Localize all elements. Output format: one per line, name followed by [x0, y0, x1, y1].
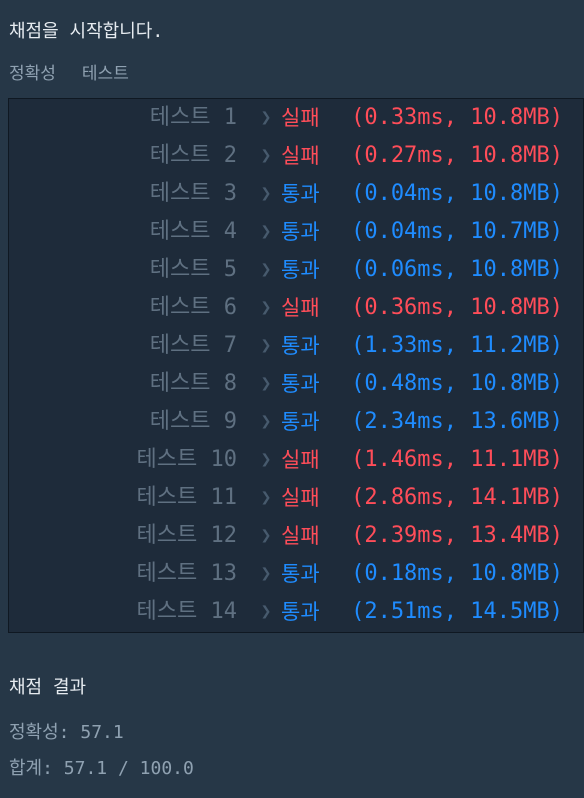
test-status-fail: 실패 [281, 296, 320, 320]
chevron-right-icon: ❯ [260, 411, 272, 432]
test-status-fail: 실패 [281, 106, 320, 130]
test-case-label: 테스트 11 [136, 485, 237, 510]
test-case-label: 테스트 1 [149, 105, 237, 130]
test-metrics: (0.06ms, 10.8MB) [351, 257, 563, 282]
test-status-pass: 통과 [281, 372, 320, 396]
test-result-row[interactable]: 테스트 5 ❯ 통과 (0.06ms, 10.8MB) [9, 251, 579, 289]
test-status-pass: 통과 [281, 182, 320, 206]
test-result-row[interactable]: 테스트 13 ❯ 통과 (0.18ms, 10.8MB) [9, 555, 579, 593]
test-metrics: (0.04ms, 10.7MB) [351, 219, 563, 244]
chevron-right-icon: ❯ [260, 107, 272, 128]
test-case-label: 테스트 5 [149, 257, 237, 282]
test-metrics: (2.39ms, 13.4MB) [351, 523, 563, 548]
tab-accuracy[interactable]: 정확성 [9, 62, 56, 86]
test-metrics: (2.86ms, 14.1MB) [351, 485, 563, 510]
test-status-pass: 통과 [281, 410, 320, 434]
test-metrics: (0.48ms, 10.8MB) [351, 371, 563, 396]
test-result-row[interactable]: 테스트 1 ❯ 실패 (0.33ms, 10.8MB) [9, 99, 579, 137]
grading-start-message: 채점을 시작합니다. [9, 21, 164, 42]
test-result-row[interactable]: 테스트 9 ❯ 통과 (2.34ms, 13.6MB) [9, 403, 579, 441]
test-case-label: 테스트 13 [136, 561, 237, 586]
test-status-fail: 실패 [281, 144, 320, 168]
test-status-pass: 통과 [281, 562, 320, 586]
test-case-label: 테스트 8 [149, 371, 237, 396]
chevron-right-icon: ❯ [260, 601, 272, 622]
test-case-label: 테스트 14 [136, 599, 237, 624]
grading-result-title: 채점 결과 [9, 677, 87, 698]
test-result-row[interactable]: 테스트 10 ❯ 실패 (1.46ms, 11.1MB) [9, 441, 579, 479]
chevron-right-icon: ❯ [260, 563, 272, 584]
test-metrics: (0.04ms, 10.8MB) [351, 181, 563, 206]
tab-test[interactable]: 테스트 [82, 62, 129, 86]
test-case-label: 테스트 2 [149, 143, 237, 168]
test-case-label: 테스트 7 [149, 333, 237, 358]
test-metrics: (0.33ms, 10.8MB) [351, 105, 563, 130]
test-case-label: 테스트 9 [149, 409, 237, 434]
test-case-label: 테스트 4 [149, 219, 237, 244]
chevron-right-icon: ❯ [260, 183, 272, 204]
chevron-right-icon: ❯ [260, 297, 272, 318]
test-result-row[interactable]: 테스트 6 ❯ 실패 (0.36ms, 10.8MB) [9, 289, 579, 327]
test-status-pass: 통과 [281, 600, 320, 624]
test-result-row[interactable]: 테스트 7 ❯ 통과 (1.33ms, 11.2MB) [9, 327, 579, 365]
test-result-row[interactable]: 테스트 14 ❯ 통과 (2.51ms, 14.5MB) [9, 593, 579, 631]
test-metrics: (1.33ms, 11.2MB) [351, 333, 563, 358]
test-result-row[interactable]: 테스트 11 ❯ 실패 (2.86ms, 14.1MB) [9, 479, 579, 517]
chevron-right-icon: ❯ [260, 373, 272, 394]
test-metrics: (0.18ms, 10.8MB) [351, 561, 563, 586]
test-status-pass: 통과 [281, 220, 320, 244]
chevron-right-icon: ❯ [260, 259, 272, 280]
test-case-label: 테스트 3 [149, 181, 237, 206]
chevron-right-icon: ❯ [260, 221, 272, 242]
chevron-right-icon: ❯ [260, 449, 272, 470]
test-status-pass: 통과 [281, 334, 320, 358]
test-metrics: (1.46ms, 11.1MB) [351, 447, 563, 472]
test-result-row[interactable]: 테스트 3 ❯ 통과 (0.04ms, 10.8MB) [9, 175, 579, 213]
test-status-fail: 실패 [281, 524, 320, 548]
test-metrics: (2.51ms, 14.5MB) [351, 599, 563, 624]
test-metrics: (0.36ms, 10.8MB) [351, 295, 563, 320]
test-metrics: (2.34ms, 13.6MB) [351, 409, 563, 434]
chevron-right-icon: ❯ [260, 525, 272, 546]
accuracy-score: 정확성: 57.1 [9, 722, 124, 743]
test-case-label: 테스트 6 [149, 295, 237, 320]
chevron-right-icon: ❯ [260, 487, 272, 508]
test-status-pass: 통과 [281, 258, 320, 282]
test-status-fail: 실패 [281, 448, 320, 472]
test-result-row[interactable]: 테스트 12 ❯ 실패 (2.39ms, 13.4MB) [9, 517, 579, 555]
result-tabs: 정확성 테스트 [9, 62, 129, 86]
test-case-label: 테스트 12 [136, 523, 237, 548]
total-score: 합계: 57.1 / 100.0 [9, 758, 194, 779]
chevron-right-icon: ❯ [260, 335, 272, 356]
test-result-row[interactable]: 테스트 4 ❯ 통과 (0.04ms, 10.7MB) [9, 213, 579, 251]
test-result-row[interactable]: 테스트 8 ❯ 통과 (0.48ms, 10.8MB) [9, 365, 579, 403]
test-result-row[interactable]: 테스트 2 ❯ 실패 (0.27ms, 10.8MB) [9, 137, 579, 175]
test-status-fail: 실패 [281, 486, 320, 510]
chevron-right-icon: ❯ [260, 145, 272, 166]
test-results-panel: 테스트 1 ❯ 실패 (0.33ms, 10.8MB) 테스트 2 ❯ 실패 (… [8, 98, 584, 633]
test-metrics: (0.27ms, 10.8MB) [351, 143, 563, 168]
test-case-label: 테스트 10 [136, 447, 237, 472]
